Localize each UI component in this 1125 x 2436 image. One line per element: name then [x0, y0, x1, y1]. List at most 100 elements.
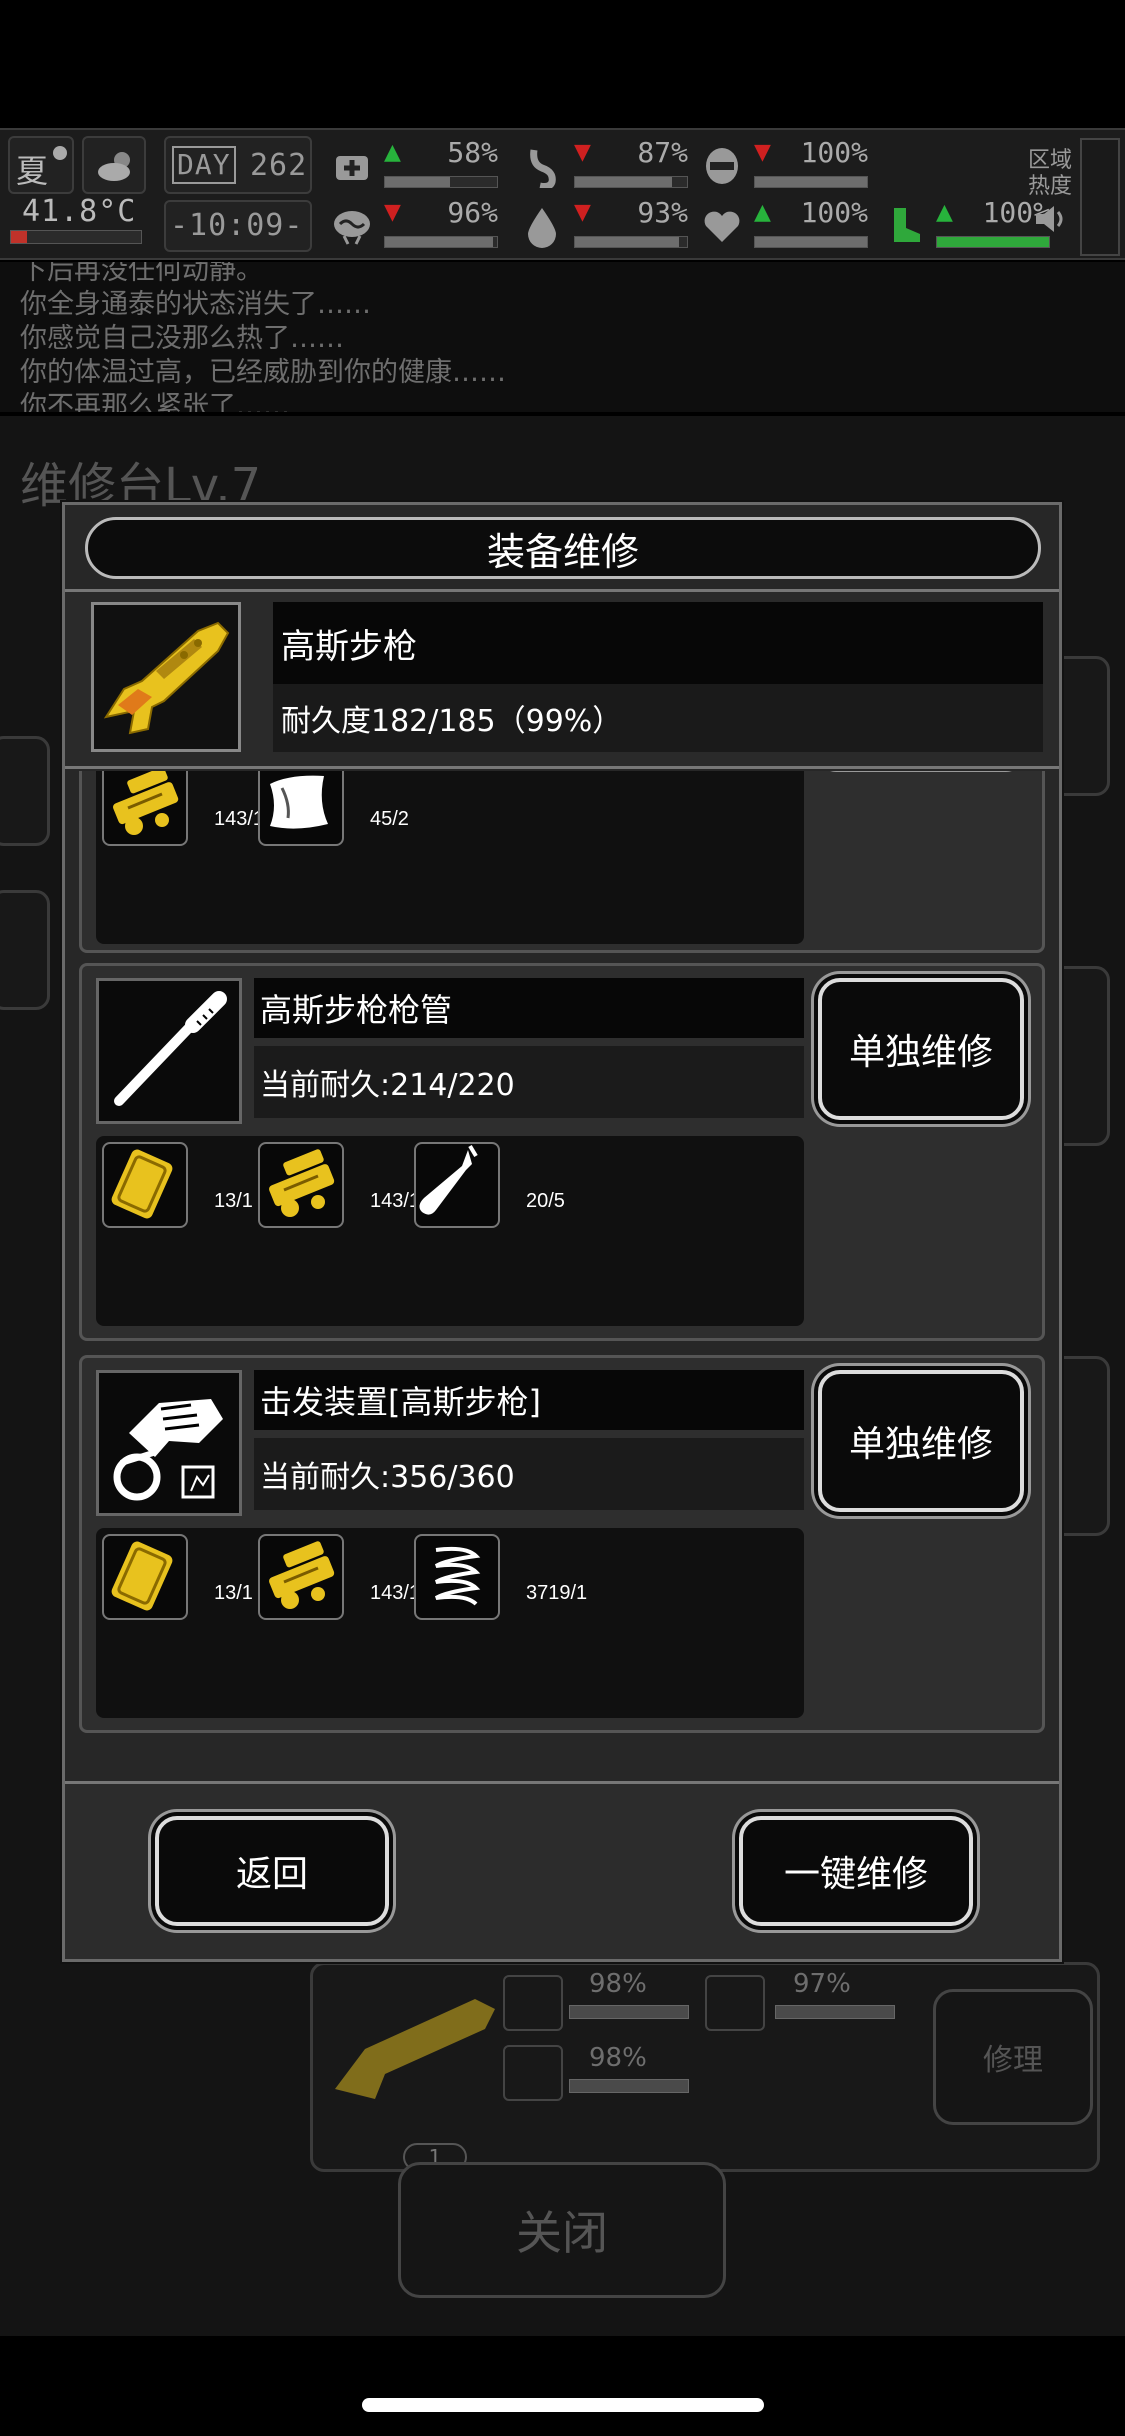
gauss-parts-icon	[269, 1149, 335, 1217]
solo-repair-button[interactable]: 单独维修	[818, 1370, 1024, 1512]
stat-cell[interactable]: ▼ 87%	[520, 136, 692, 196]
gauss-parts-icon	[113, 771, 179, 835]
stat-cell[interactable]: ▼ 93%	[520, 196, 692, 256]
material-icon-frame	[414, 1534, 500, 1620]
weather-cell[interactable]	[82, 136, 146, 194]
status-hud: 夏 41.8°C DAY 262 -10:09- ▲ 58% ▼ 87% ▼ 100% ▼ 9…	[0, 128, 1125, 260]
side-tab[interactable]	[0, 736, 50, 846]
gold-plate-icon	[111, 1541, 173, 1611]
material-count: 13/1	[214, 1582, 253, 1604]
stat-cell[interactable]: ▲ 58%	[330, 136, 502, 196]
heart-icon	[704, 211, 740, 242]
stat-bar	[574, 236, 688, 248]
parts-list[interactable]: 143/1 45/2 高斯步枪枪管 当前耐久:214/220 单独维修 13/1 1…	[79, 771, 1045, 1777]
stat-bar	[754, 176, 868, 188]
trend-arrow-icon: ▼	[574, 140, 591, 165]
mask-icon	[706, 148, 738, 184]
speaker-icon[interactable]	[1032, 202, 1068, 236]
rifle-barrel-icon	[114, 991, 227, 1106]
materials-panel: 143/1 45/2	[96, 771, 804, 944]
item-header: 高斯步枪 耐久度182/185（99%）	[65, 589, 1059, 769]
item-name: 高斯步枪	[273, 602, 1043, 684]
temperature-bar	[10, 230, 142, 244]
stat-bar	[754, 236, 868, 248]
gauss-rifle-icon	[335, 1999, 495, 2099]
workbench-item-card[interactable]: 1 98% 97% 98% 修理	[310, 1962, 1100, 2172]
part-icon-frame	[96, 1370, 242, 1516]
home-indicator[interactable]	[362, 2398, 764, 2412]
part-percent: 98%	[589, 2043, 647, 2073]
material-icon-frame	[258, 1534, 344, 1620]
temperature-readout: 41.8°C	[22, 194, 137, 229]
part-durability: 当前耐久:356/360	[254, 1438, 804, 1510]
part-card-firing-mechanism: 击发装置[高斯步枪] 当前耐久:356/360 单独维修 13/1 143/1 37…	[79, 1355, 1045, 1733]
trend-arrow-icon: ▲	[384, 140, 401, 165]
heat-gauge	[1080, 138, 1120, 256]
stat-bar	[574, 176, 688, 188]
sun-icon	[53, 146, 67, 160]
material-count: 3719/1	[526, 1582, 588, 1604]
material-icon-frame	[102, 1142, 188, 1228]
message-log[interactable]: 下后再没任何动静。 你全身通泰的状态消失了…… 你感觉自己没那么热了…… 你的体温过高…	[0, 262, 1125, 412]
trend-arrow-icon: ▲	[754, 200, 771, 225]
region-label-line1: 区域	[1028, 148, 1073, 173]
workbench-repair-button[interactable]: 修理	[933, 1989, 1093, 2125]
item-durability: 耐久度182/185（99%）	[273, 684, 1043, 752]
material-icon-frame	[102, 771, 188, 846]
day-value: 262	[250, 148, 308, 183]
side-tab[interactable]	[0, 890, 50, 1010]
part-percent: 98%	[589, 1969, 647, 1999]
stat-value: 100%	[800, 136, 868, 169]
stat-bar	[936, 236, 1050, 248]
materials-panel: 13/1 143/1 3719/1	[96, 1528, 804, 1718]
gauss-rifle-icon	[103, 621, 230, 735]
material-icon-frame	[102, 1534, 188, 1620]
log-line: 你不再那么紧张了……	[20, 391, 290, 412]
boot-icon	[894, 208, 920, 242]
part-bar	[569, 2005, 689, 2019]
part-thumb	[705, 1975, 765, 2031]
stomach-icon	[530, 149, 556, 188]
firing-mechanism-icon	[113, 1399, 223, 1501]
stat-bar	[384, 176, 498, 188]
trend-arrow-icon: ▼	[384, 200, 401, 225]
dialog-title: 装备维修	[85, 517, 1041, 579]
day-label: DAY	[172, 146, 236, 184]
stat-value: 58%	[447, 136, 498, 169]
stat-cell[interactable]: ▲ 100%	[882, 196, 1054, 256]
part-thumb	[503, 1975, 563, 2031]
region-heat-label: 区域 热度	[1028, 148, 1072, 200]
material-item[interactable]: 45/2	[252, 771, 502, 850]
part-percent: 97%	[793, 1969, 851, 1999]
materials-panel: 13/1 143/1 20/5	[96, 1136, 804, 1326]
stat-cell[interactable]: ▼ 96%	[330, 196, 502, 256]
solo-repair-button[interactable]: 单独维修	[818, 978, 1024, 1120]
season-cell[interactable]: 夏	[8, 136, 74, 194]
material-item[interactable]: 20/5	[408, 1142, 658, 1232]
cloud-sun-icon	[98, 152, 130, 181]
repair-all-button[interactable]: 一键维修	[739, 1816, 973, 1926]
gauss-parts-icon	[269, 1541, 335, 1609]
region-label-line2: 热度	[1028, 174, 1073, 199]
stat-value: 87%	[637, 136, 688, 169]
stat-cell[interactable]: ▲ 100%	[700, 196, 872, 256]
part-thumb	[503, 2045, 563, 2101]
material-count: 13/1	[214, 1190, 253, 1212]
material-icon-frame	[258, 1142, 344, 1228]
material-count: 45/2	[370, 808, 409, 830]
oil-bottle-icon	[419, 1144, 478, 1215]
material-item[interactable]: 3719/1	[408, 1534, 658, 1624]
material-count: 20/5	[526, 1190, 565, 1212]
close-button[interactable]: 关闭	[398, 2162, 726, 2298]
stat-value: 93%	[637, 196, 688, 229]
spring-icon	[434, 1546, 481, 1606]
back-button[interactable]: 返回	[155, 1816, 389, 1926]
item-icon-frame	[91, 602, 241, 752]
medkit-icon	[336, 156, 368, 180]
part-icon-frame	[96, 978, 242, 1124]
stat-bar	[384, 236, 498, 248]
stat-value: 96%	[447, 196, 498, 229]
solo-repair-button-edge[interactable]	[818, 771, 1024, 772]
stat-cell[interactable]: ▼ 100%	[700, 136, 872, 196]
trend-arrow-icon: ▼	[754, 140, 771, 165]
